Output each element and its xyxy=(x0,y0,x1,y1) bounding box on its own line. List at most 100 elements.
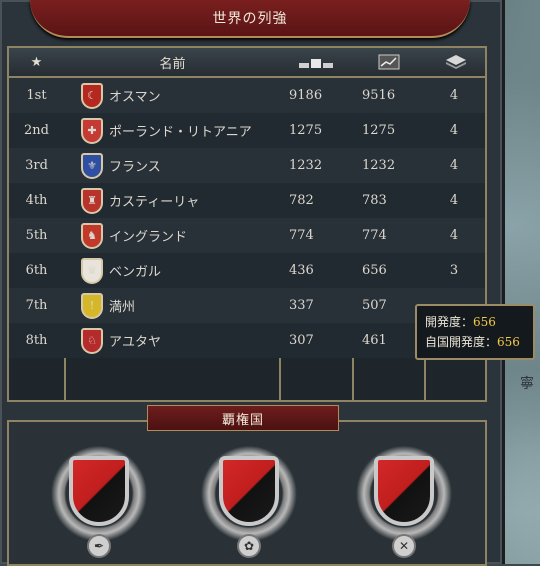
sort-by-growth-button[interactable] xyxy=(354,48,424,76)
hegemon-banner: 覇権国 xyxy=(147,405,339,431)
country-name-cell[interactable]: ♛ ベンガル xyxy=(69,253,279,288)
country-flag-icon: ☾ xyxy=(81,82,103,109)
hegemon-shield-icon xyxy=(374,456,434,526)
country-flag-icon: ⚜ xyxy=(81,152,103,179)
tooltip-development-value: 656 xyxy=(473,315,496,329)
rank-cell: 2nd xyxy=(24,123,49,138)
country-name-cell[interactable]: ! 満州 xyxy=(69,288,279,323)
title-banner: 世界の列強 xyxy=(30,0,470,38)
country-name-cell[interactable]: ♜ カスティーリャ xyxy=(69,183,279,218)
panel-title: 世界の列強 xyxy=(212,11,288,27)
tooltip-development-label: 開発度： xyxy=(425,315,474,329)
military-hegemon-icon: ✕ xyxy=(392,534,416,558)
score-cell: 1275 xyxy=(289,123,323,138)
star-icon: ★ xyxy=(30,54,43,70)
score-cell: 307 xyxy=(289,333,314,348)
economic-hegemon-icon: ✒ xyxy=(87,534,111,558)
table-header: ★ 名前 xyxy=(9,48,485,78)
rank-cell: 7th xyxy=(25,298,48,313)
layers-cell: 4 xyxy=(449,228,459,243)
sort-by-score-button[interactable] xyxy=(281,48,352,76)
country-name: 満州 xyxy=(109,300,136,315)
country-name: オスマン xyxy=(109,90,161,105)
growth-cell: 774 xyxy=(362,228,387,243)
score-cell: 782 xyxy=(289,193,314,208)
country-flag-icon: ♘ xyxy=(81,327,103,354)
country-name: カスティーリャ xyxy=(109,195,200,210)
flag-symbol-icon: ! xyxy=(89,299,95,312)
growth-cell: 783 xyxy=(362,193,387,208)
growth-cell: 461 xyxy=(362,333,387,348)
table-row[interactable]: 4th ♜ カスティーリャ 782 783 4 xyxy=(9,183,485,218)
growth-cell: 656 xyxy=(362,263,387,278)
great-powers-panel: 世界の列強 ★ 名前 1st ☾ オスマン 9186 9516 4 2nd ✚ … xyxy=(0,0,535,566)
flag-symbol-icon: ♞ xyxy=(87,229,97,242)
country-name: アユタヤ xyxy=(109,335,162,350)
table-row[interactable]: 1st ☾ オスマン 9186 9516 4 xyxy=(9,78,485,113)
sort-by-rank-button[interactable]: ★ xyxy=(9,48,64,76)
rank-cell: 8th xyxy=(25,333,48,348)
table-row[interactable]: 7th ! 満州 337 507 xyxy=(9,288,485,323)
growth-cell: 9516 xyxy=(362,88,396,103)
hegemon-title: 覇権国 xyxy=(221,412,264,428)
flag-symbol-icon: ♘ xyxy=(87,334,97,347)
development-bars-icon xyxy=(298,59,333,68)
score-cell: 9186 xyxy=(289,88,323,103)
country-name: イングランド xyxy=(109,230,188,245)
growth-cell: 1275 xyxy=(362,123,396,138)
rank-cell: 5th xyxy=(25,228,48,243)
sort-by-layers-button[interactable] xyxy=(426,48,485,76)
country-flag-icon: ♛ xyxy=(81,257,103,284)
map-province-label: 寧 xyxy=(520,376,534,392)
table-row[interactable]: 3rd ⚜ フランス 1232 1232 4 xyxy=(9,148,485,183)
naval-hegemon-icon: ✿ xyxy=(237,534,261,558)
table-row[interactable]: 8th ♘ アユタヤ 307 461 xyxy=(9,323,485,358)
layers-cell: 4 xyxy=(449,123,459,138)
development-tooltip: 開発度：656 自国開発度：656 xyxy=(415,304,535,360)
economic-hegemon-crest[interactable]: ✒ xyxy=(39,442,159,558)
tooltip-own-development-value: 656 xyxy=(497,335,520,349)
rank-cell: 4th xyxy=(25,193,48,208)
country-flag-icon: ! xyxy=(81,292,103,319)
rank-cell: 1st xyxy=(26,88,47,103)
country-flag-icon: ✚ xyxy=(81,117,103,144)
table-row[interactable]: 6th ♛ ベンガル 436 656 3 xyxy=(9,253,485,288)
country-name-cell[interactable]: ✚ ポーランド・リトアニア xyxy=(69,113,279,148)
score-cell: 436 xyxy=(289,263,314,278)
hegemon-shield-icon xyxy=(69,456,129,526)
naval-hegemon-crest[interactable]: ✿ xyxy=(189,442,309,558)
rank-cell: 6th xyxy=(25,263,48,278)
country-name-cell[interactable]: ♘ アユタヤ xyxy=(69,323,279,358)
country-name: ポーランド・リトアニア xyxy=(109,125,252,140)
country-name-cell[interactable]: ♞ イングランド xyxy=(69,218,279,253)
layers-cell: 3 xyxy=(449,263,459,278)
military-hegemon-crest[interactable]: ✕ xyxy=(344,442,464,558)
flag-symbol-icon: ⚜ xyxy=(87,159,97,172)
score-cell: 774 xyxy=(289,228,314,243)
country-name-cell[interactable]: ⚜ フランス xyxy=(69,148,279,183)
tooltip-own-development-label: 自国開発度： xyxy=(425,335,498,349)
hegemons-section: ✒ ✿ ✕ xyxy=(7,420,487,566)
country-name: ベンガル xyxy=(109,265,162,280)
hegemon-shield-icon xyxy=(219,456,279,526)
country-name-cell[interactable]: ☾ オスマン xyxy=(69,78,279,113)
country-name: フランス xyxy=(109,160,161,175)
trend-graph-icon xyxy=(378,54,400,70)
flag-symbol-icon: ♜ xyxy=(87,194,97,207)
table-row[interactable]: 2nd ✚ ポーランド・リトアニア 1275 1275 4 xyxy=(9,113,485,148)
rank-cell: 3rd xyxy=(25,158,48,173)
flag-symbol-icon: ♛ xyxy=(87,264,97,277)
growth-cell: 507 xyxy=(362,298,387,313)
flag-symbol-icon: ✚ xyxy=(87,124,97,137)
table-row[interactable]: 5th ♞ イングランド 774 774 4 xyxy=(9,218,485,253)
score-cell: 337 xyxy=(289,298,314,313)
layers-cell: 4 xyxy=(449,158,459,173)
sort-by-name-button[interactable]: 名前 xyxy=(66,48,279,76)
country-flag-icon: ♜ xyxy=(81,187,103,214)
flag-symbol-icon: ☾ xyxy=(87,89,97,102)
growth-cell: 1232 xyxy=(362,158,396,173)
layers-cell: 4 xyxy=(449,88,459,103)
layers-icon xyxy=(445,55,466,69)
layers-cell: 4 xyxy=(449,193,459,208)
score-cell: 1232 xyxy=(289,158,323,173)
